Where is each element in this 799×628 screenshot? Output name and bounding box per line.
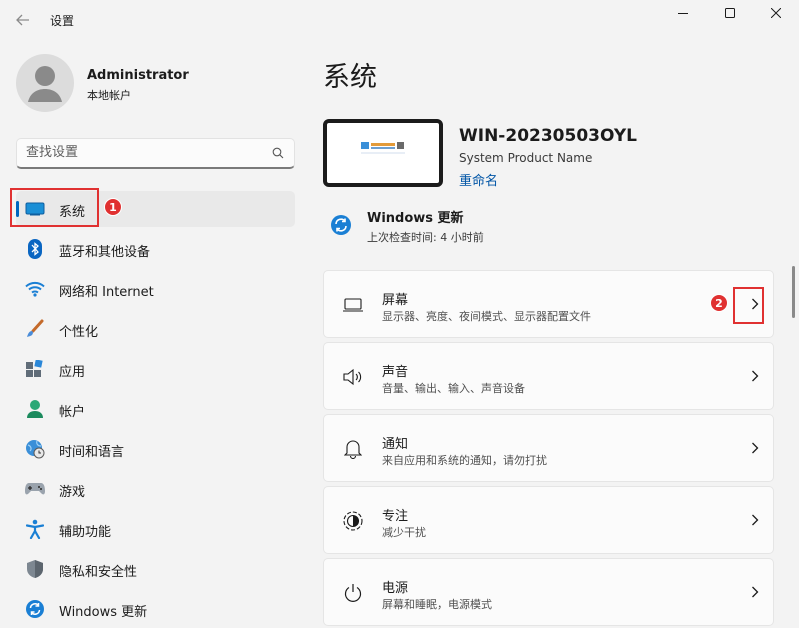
settings-card-notifications[interactable]: 通知 来自应用和系统的通知，请勿打扰 [323, 414, 774, 482]
close-button[interactable] [753, 0, 799, 26]
card-subtitle: 减少干扰 [382, 526, 426, 539]
title-bar: 设置 [0, 0, 799, 40]
back-button[interactable] [10, 8, 36, 32]
maximize-button[interactable] [707, 0, 753, 26]
brush-icon [24, 319, 46, 339]
card-title: 声音 [382, 365, 409, 380]
avatar[interactable] [16, 54, 74, 112]
card-title: 通知 [382, 437, 409, 452]
sidebar-item-apps[interactable]: 应用 [16, 351, 295, 387]
card-title: 屏幕 [382, 293, 409, 308]
sidebar-item-label: 个性化 [59, 325, 99, 340]
sidebar-item-windows-update[interactable]: Windows 更新 [16, 591, 295, 627]
arrow-left-icon [16, 14, 29, 26]
sidebar-item-label: 隐私和安全性 [59, 565, 138, 580]
account-type: 本地帐户 [87, 89, 131, 102]
update-icon[interactable] [330, 214, 352, 236]
page-title: 系统 [323, 62, 377, 93]
sidebar-item-privacy[interactable]: 隐私和安全性 [16, 551, 295, 587]
card-subtitle: 来自应用和系统的通知，请勿打扰 [382, 454, 547, 467]
sidebar-item-label: 帐户 [59, 405, 86, 420]
sidebar-item-accounts[interactable]: 帐户 [16, 391, 295, 427]
update-icon [24, 599, 46, 619]
settings-card-sound[interactable]: 声音 音量、输出、输入、声音设备 [323, 342, 774, 410]
card-title: 专注 [382, 509, 409, 524]
card-subtitle: 显示器、亮度、夜间模式、显示器配置文件 [382, 310, 591, 323]
sidebar-item-label: Windows 更新 [59, 605, 148, 620]
sidebar-item-time-language[interactable]: 时间和语言 [16, 431, 295, 467]
settings-card-display[interactable]: 屏幕 显示器、亮度、夜间模式、显示器配置文件 [323, 270, 774, 338]
rename-link[interactable]: 重命名 [459, 170, 498, 189]
settings-card-power[interactable]: 电源 屏幕和睡眠，电源模式 [323, 558, 774, 626]
bell-icon [341, 437, 365, 461]
device-preview [323, 119, 443, 187]
close-icon [771, 8, 781, 18]
maximize-icon [725, 8, 735, 18]
minimize-icon [678, 13, 688, 14]
chevron-right-icon[interactable] [751, 370, 759, 382]
apps-icon [24, 359, 46, 379]
wallpaper-thumbnail-icon [361, 142, 405, 154]
search-box[interactable] [16, 138, 295, 169]
device-model: System Product Name [459, 151, 593, 165]
sidebar-item-personalization[interactable]: 个性化 [16, 311, 295, 347]
sidebar-item-gaming[interactable]: 游戏 [16, 471, 295, 507]
card-title: 电源 [382, 581, 409, 596]
globe-clock-icon [24, 439, 46, 459]
wifi-icon [24, 279, 46, 299]
gamepad-icon [24, 479, 46, 499]
speaker-icon [341, 365, 365, 389]
monitor-icon [341, 293, 365, 317]
sidebar-item-label: 网络和 Internet [59, 285, 154, 300]
chevron-right-icon[interactable] [751, 514, 759, 526]
minimize-button[interactable] [660, 0, 706, 26]
sidebar-item-accessibility[interactable]: 辅助功能 [16, 511, 295, 547]
sidebar-item-label: 时间和语言 [59, 445, 125, 460]
annotation-badge-2: 2 [710, 294, 728, 312]
device-name: WIN-20230503OYL [459, 126, 637, 146]
search-icon[interactable] [272, 147, 284, 159]
sidebar-item-label: 辅助功能 [59, 525, 112, 540]
window-title: 设置 [50, 14, 75, 28]
shield-icon [24, 559, 46, 579]
update-title[interactable]: Windows 更新 [367, 207, 464, 226]
sidebar-item-network[interactable]: 网络和 Internet [16, 271, 295, 307]
annotation-highlight-chevron [733, 287, 764, 324]
user-name: Administrator [87, 68, 189, 83]
scrollbar[interactable] [792, 266, 795, 318]
annotation-highlight-system [10, 188, 99, 227]
card-subtitle: 音量、输出、输入、声音设备 [382, 382, 525, 395]
accessibility-icon [24, 519, 46, 539]
person-icon [28, 66, 62, 102]
chevron-right-icon[interactable] [751, 586, 759, 598]
sidebar-item-label: 游戏 [59, 485, 86, 500]
annotation-badge-1: 1 [104, 198, 122, 216]
card-subtitle: 屏幕和睡眠，电源模式 [382, 598, 492, 611]
search-input[interactable] [26, 145, 256, 160]
person-icon [24, 399, 46, 419]
sidebar-item-label: 应用 [59, 365, 86, 380]
sidebar-item-bluetooth[interactable]: 蓝牙和其他设备 [16, 231, 295, 267]
power-icon [341, 581, 365, 605]
update-last-checked: 上次检查时间: 4 小时前 [367, 231, 484, 244]
bluetooth-icon [24, 239, 46, 259]
sidebar-item-label: 蓝牙和其他设备 [59, 245, 151, 260]
settings-card-focus[interactable]: 专注 减少干扰 [323, 486, 774, 554]
focus-icon [341, 509, 365, 533]
chevron-right-icon[interactable] [751, 442, 759, 454]
